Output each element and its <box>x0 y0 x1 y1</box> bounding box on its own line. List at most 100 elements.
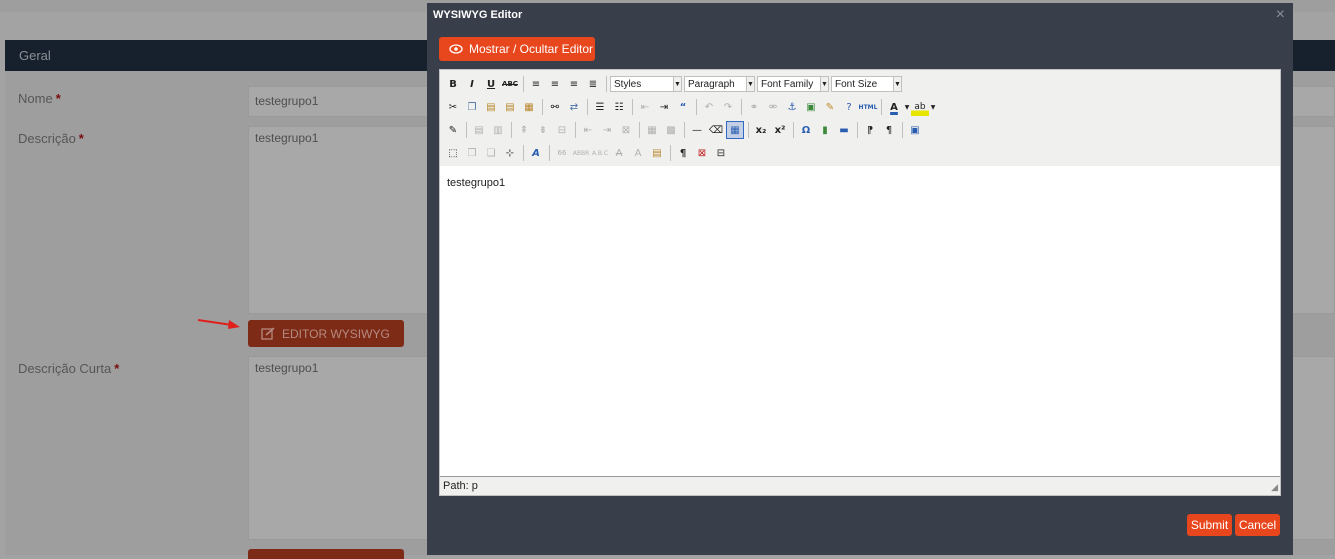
cleanup-icon[interactable]: ✎ <box>821 98 839 116</box>
superscript-icon[interactable]: x² <box>771 121 789 139</box>
strikethrough-button[interactable]: ABC <box>501 75 519 93</box>
advanced-hr-icon[interactable]: ▬ <box>835 121 853 139</box>
styleprops-icon[interactable]: A <box>527 144 545 162</box>
ins-icon[interactable]: A <box>629 144 647 162</box>
editor-wysiwyg-button-2[interactable] <box>248 549 404 559</box>
cite-icon[interactable]: 66 <box>553 144 571 162</box>
media-icon[interactable]: ▮ <box>816 121 834 139</box>
modal-title: WYSIWYG Editor <box>433 9 523 21</box>
undo-icon[interactable]: ↶ <box>700 98 718 116</box>
paste-word-icon[interactable]: ▦ <box>520 98 538 116</box>
insert-col-after-icon[interactable]: ⇥ <box>598 121 616 139</box>
image-icon[interactable]: ▣ <box>802 98 820 116</box>
ltr-icon[interactable]: ⁋ <box>861 121 879 139</box>
tinymce-editor: B I U ABC ≡ ≡ ≡ ≣ Styles ▼ Paragraph ▼ Fon… <box>439 69 1281 496</box>
toolbar-separator <box>696 99 697 115</box>
align-left-icon[interactable]: ≡ <box>527 75 545 93</box>
bullet-list-icon[interactable]: ☰ <box>591 98 609 116</box>
acronym-icon[interactable]: A.B.C <box>591 144 609 162</box>
special-char-icon[interactable]: Ω <box>797 121 815 139</box>
merge-cells-icon[interactable]: ▩ <box>662 121 680 139</box>
indent-icon[interactable]: ⇥ <box>655 98 673 116</box>
font-size-select[interactable]: Font Size ▼ <box>831 76 902 92</box>
align-justify-icon[interactable]: ≣ <box>584 75 602 93</box>
row-props-icon[interactable]: ▤ <box>470 121 488 139</box>
visual-chars-icon[interactable]: ¶ <box>674 144 692 162</box>
toolbar-separator <box>523 76 524 92</box>
paragraph-select[interactable]: Paragraph ▼ <box>684 76 755 92</box>
delete-col-icon[interactable]: ⊠ <box>617 121 635 139</box>
anchor-icon[interactable]: ⚓ <box>783 98 801 116</box>
numbered-list-icon[interactable]: ☷ <box>610 98 628 116</box>
toggle-editor-label: Mostrar / Ocultar Editor <box>469 42 594 56</box>
descricao-label: Descrição * <box>18 131 84 146</box>
abbr-icon[interactable]: ABBR <box>572 144 590 162</box>
redo-icon[interactable]: ↷ <box>719 98 737 116</box>
visual-aid-icon[interactable]: ▦ <box>726 121 744 139</box>
paste-icon[interactable]: ▤ <box>482 98 500 116</box>
toggle-editor-button[interactable]: Mostrar / Ocultar Editor <box>439 37 595 61</box>
delete-row-icon[interactable]: ⊟ <box>553 121 571 139</box>
toolbar-separator <box>684 122 685 138</box>
html-icon[interactable]: HTML <box>859 98 878 116</box>
subscript-icon[interactable]: x₂ <box>752 121 770 139</box>
insert-col-before-icon[interactable]: ⇤ <box>579 121 597 139</box>
nonbreaking-icon[interactable]: ⊠ <box>693 144 711 162</box>
outdent-icon[interactable]: ⇤ <box>636 98 654 116</box>
chevron-down-icon[interactable]: ▼ <box>930 98 936 116</box>
paste-text-icon[interactable]: ▤ <box>501 98 519 116</box>
insert-row-before-icon[interactable]: ⇞ <box>515 121 533 139</box>
toolbar-row-4: ⬚ ❐ ❏ ⊹ A 66 ABBR A.B.C A A ▤ ¶ ⊠ ⊟ <box>444 142 731 164</box>
toolbar-separator <box>542 99 543 115</box>
toolbar-separator <box>741 99 742 115</box>
highlight-color-icon[interactable]: ab <box>911 98 929 116</box>
toolbar-separator <box>523 145 524 161</box>
align-center-icon[interactable]: ≡ <box>546 75 564 93</box>
resize-handle-icon[interactable]: ◢ <box>1271 482 1278 493</box>
find-icon[interactable]: ⚯ <box>546 98 564 116</box>
edit-table-icon[interactable]: ✎ <box>444 121 462 139</box>
replace-icon[interactable]: ⇄ <box>565 98 583 116</box>
text-color-icon[interactable]: A <box>885 98 903 116</box>
editor-content-area[interactable]: testegrupo1 <box>440 166 1280 477</box>
split-cells-icon[interactable]: ▦ <box>643 121 661 139</box>
align-right-icon[interactable]: ≡ <box>565 75 583 93</box>
editor-wysiwyg-button[interactable]: EDITOR WYSIWYG <box>248 320 404 347</box>
insert-row-after-icon[interactable]: ⇟ <box>534 121 552 139</box>
del-icon[interactable]: A <box>610 144 628 162</box>
remove-format-icon[interactable]: ⌫ <box>707 121 725 139</box>
wysiwyg-modal: WYSIWYG Editor × Mostrar / Ocultar Edito… <box>427 3 1293 555</box>
fullscreen-icon[interactable]: ▣ <box>906 121 924 139</box>
underline-button[interactable]: U <box>482 75 500 93</box>
rtl-icon[interactable]: ¶ <box>880 121 898 139</box>
cell-props-icon[interactable]: ▥ <box>489 121 507 139</box>
toolbar-separator <box>606 76 607 92</box>
submit-button[interactable]: Submit <box>1187 514 1232 536</box>
font-family-select[interactable]: Font Family ▼ <box>757 76 829 92</box>
bold-button[interactable]: B <box>444 75 462 93</box>
unlink-icon[interactable]: ⚮ <box>764 98 782 116</box>
styles-select[interactable]: Styles ▼ <box>610 76 682 92</box>
toolbar-separator <box>902 122 903 138</box>
toolbar-separator <box>748 122 749 138</box>
toolbar-separator <box>511 122 512 138</box>
chevron-down-icon: ▼ <box>746 77 754 91</box>
absolute-icon[interactable]: ⊹ <box>501 144 519 162</box>
chevron-down-icon: ▼ <box>820 77 828 91</box>
horizontal-rule-icon[interactable]: — <box>688 121 706 139</box>
copy-icon[interactable]: ❐ <box>463 98 481 116</box>
insert-layer-icon[interactable]: ⬚ <box>444 144 462 162</box>
move-backward-icon[interactable]: ❏ <box>482 144 500 162</box>
move-forward-icon[interactable]: ❐ <box>463 144 481 162</box>
link-icon[interactable]: ⚭ <box>745 98 763 116</box>
close-icon[interactable]: × <box>1276 7 1285 23</box>
attribs-icon[interactable]: ▤ <box>648 144 666 162</box>
italic-button[interactable]: I <box>463 75 481 93</box>
pagebreak-icon[interactable]: ⊟ <box>712 144 730 162</box>
blockquote-icon[interactable]: “ <box>674 98 692 116</box>
chevron-down-icon[interactable]: ▼ <box>904 98 910 116</box>
cancel-button[interactable]: Cancel <box>1235 514 1280 536</box>
cut-icon[interactable]: ✂ <box>444 98 462 116</box>
help-icon[interactable]: ? <box>840 98 858 116</box>
toolbar-separator <box>587 99 588 115</box>
